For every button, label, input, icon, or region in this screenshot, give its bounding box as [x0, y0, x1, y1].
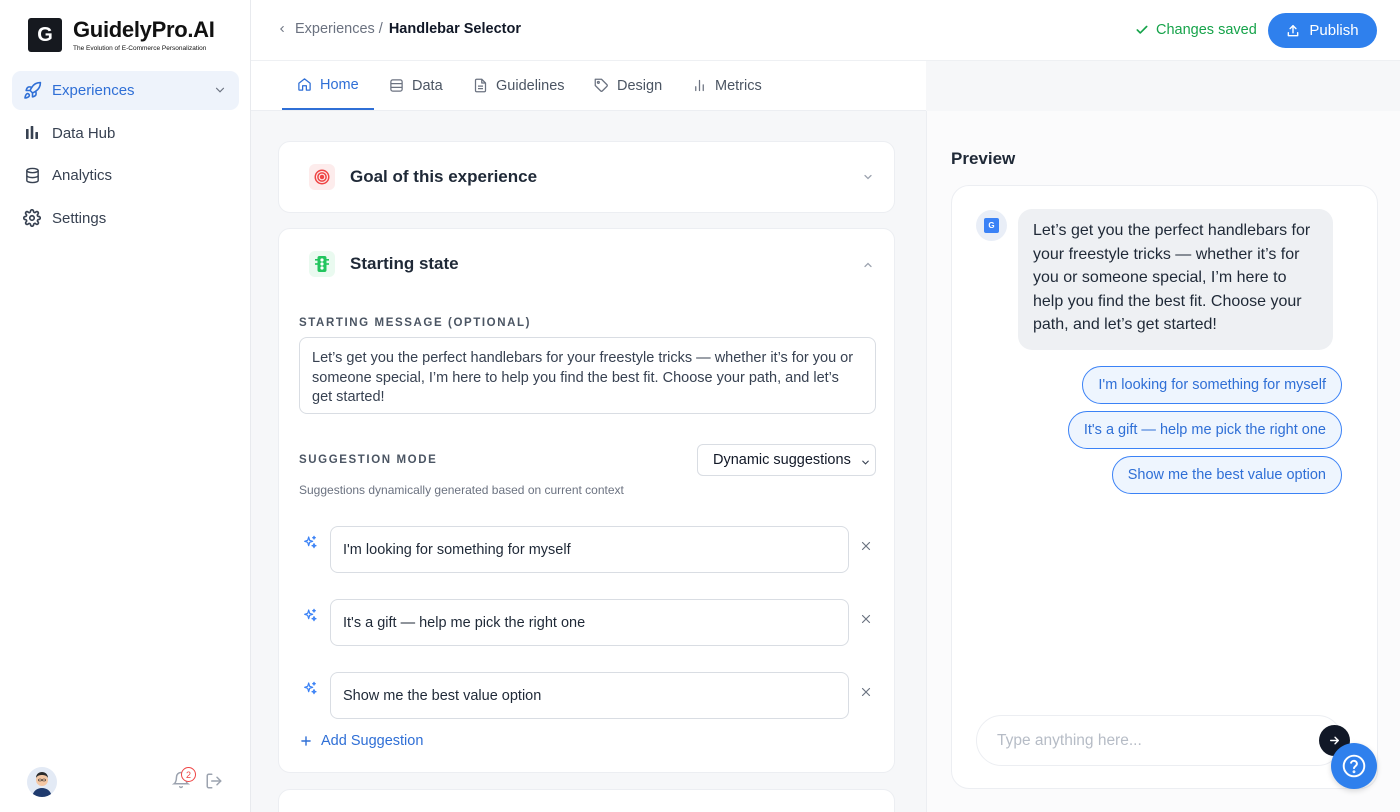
suggestion-chip[interactable]: It's a gift — help me pick the right one [1067, 411, 1342, 449]
logo-mark: G [28, 18, 62, 52]
add-suggestion-button[interactable]: Add Suggestion [299, 733, 423, 749]
close-icon[interactable] [859, 612, 873, 626]
tab-home[interactable]: Home [282, 61, 374, 110]
bot-message: Let’s get you the perfect handlebars for… [1018, 209, 1333, 350]
avatar[interactable] [27, 767, 57, 797]
sidebar: G GuidelyPro.AI The Evolution of E-Comme… [0, 0, 251, 812]
suggestion-mode-value: Dynamic suggestions [713, 452, 851, 468]
chevron-left-icon[interactable] [277, 24, 287, 34]
tab-label: Home [320, 76, 359, 93]
close-icon[interactable] [859, 539, 873, 553]
publish-button[interactable]: Publish [1268, 13, 1377, 48]
sidebar-item-experiences[interactable]: Experiences [12, 71, 239, 110]
breadcrumb-separator: / [378, 21, 383, 37]
breadcrumb: Experiences / Handlebar Selector [277, 21, 521, 37]
starting-message-textarea[interactable]: Let’s get you the perfect handlebars for… [299, 337, 876, 414]
brand-name: GuidelyPro.AI [73, 16, 215, 42]
tab-label: Design [617, 77, 663, 94]
suggestion-chip[interactable]: I'm looking for something for myself [1082, 366, 1342, 404]
chevron-down-icon[interactable] [862, 171, 874, 183]
suggestion-row: Show me the best value option [299, 672, 876, 720]
brand-tagline: The Evolution of E-Commerce Personalizat… [73, 44, 207, 52]
starting-state-header[interactable]: Starting state [279, 229, 894, 299]
chevron-down-icon[interactable] [213, 83, 227, 97]
bar-chart-icon [22, 123, 42, 143]
chat-input[interactable]: Type anything here... [976, 715, 1343, 766]
sparkles-icon [302, 608, 318, 624]
tab-label: Metrics [715, 77, 762, 94]
suggestion-mode-select[interactable]: Dynamic suggestions [697, 444, 876, 476]
logout-icon[interactable] [205, 772, 223, 790]
suggestion-mode-label: SUGGESTION MODE [299, 454, 438, 466]
chevron-up-icon[interactable] [862, 259, 874, 271]
tab-label: Data [412, 77, 443, 94]
suggestion-input[interactable]: It's a gift — help me pick the right one [330, 599, 849, 646]
starting-state-card: Starting state STARTING MESSAGE (OPTIONA… [278, 228, 895, 773]
rocket-icon [22, 81, 42, 101]
sidebar-item-analytics[interactable]: Analytics [12, 156, 239, 195]
target-icon [309, 164, 335, 190]
breadcrumb-current: Handlebar Selector [388, 21, 521, 37]
sidebar-item-settings[interactable]: Settings [12, 199, 239, 238]
tab-metrics[interactable]: Metrics [692, 61, 762, 110]
tab-guidelines[interactable]: Guidelines [473, 61, 565, 110]
gear-icon [22, 208, 42, 228]
sidebar-item-label: Data Hub [52, 124, 116, 142]
starting-message-label: STARTING MESSAGE (OPTIONAL) [299, 317, 532, 329]
sidebar-item-label: Analytics [52, 167, 113, 184]
starting-state-title: Starting state [350, 254, 459, 273]
tab-design[interactable]: Design [594, 61, 662, 110]
goal-card[interactable]: Goal of this experience [278, 141, 895, 213]
bot-avatar-mark: G [984, 218, 999, 233]
publish-label: Publish [1309, 22, 1359, 39]
save-status: Changes saved [1135, 22, 1257, 38]
bot-avatar: G [976, 210, 1007, 241]
plus-icon [299, 734, 321, 748]
database-icon [389, 78, 412, 93]
sparkles-icon [302, 535, 318, 551]
check-icon [1135, 23, 1156, 37]
suggestion-input[interactable]: I'm looking for something for myself [330, 526, 849, 573]
suggestion-row: It's a gift — help me pick the right one [299, 599, 876, 647]
bar-chart-icon [692, 78, 715, 93]
preview-title: Preview [951, 149, 1016, 168]
suggestion-chip[interactable]: Show me the best value option [1111, 456, 1342, 494]
sidebar-footer: 2 [0, 762, 251, 802]
brand-logo[interactable]: G GuidelyPro.AI The Evolution of E-Comme… [28, 18, 215, 52]
suggestion-input[interactable]: Show me the best value option [330, 672, 849, 719]
next-section-card[interactable] [278, 789, 895, 812]
breadcrumb-experiences-link[interactable]: Experiences [295, 21, 375, 37]
home-icon [297, 77, 320, 92]
upload-icon [1286, 24, 1309, 38]
save-status-label: Changes saved [1156, 22, 1257, 38]
sidebar-item-data-hub[interactable]: Data Hub [12, 114, 239, 153]
goal-card-title: Goal of this experience [350, 167, 538, 186]
sparkles-icon [302, 681, 318, 697]
tag-icon [594, 78, 617, 93]
document-icon [473, 78, 496, 93]
close-icon[interactable] [859, 685, 873, 699]
traffic-light-icon [309, 251, 335, 277]
add-suggestion-label: Add Suggestion [321, 733, 424, 749]
tab-data[interactable]: Data [389, 61, 443, 110]
sidebar-item-label: Settings [52, 209, 107, 227]
database-icon [22, 166, 42, 186]
suggestion-row: I'm looking for something for myself [299, 526, 876, 574]
top-header: Experiences / Handlebar Selector Changes… [251, 0, 1400, 61]
sidebar-item-label: Experiences [52, 82, 135, 99]
preview-pane: Preview G Let’s get you the perfect hand… [926, 111, 1400, 812]
chat-preview: G Let’s get you the perfect handlebars f… [951, 185, 1378, 789]
arrow-right-icon [1328, 734, 1341, 747]
help-button[interactable] [1331, 743, 1377, 789]
tab-bar: Home Data Guidelines Design Metrics [251, 61, 926, 111]
suggestion-mode-helper: Suggestions dynamically generated based … [299, 483, 624, 497]
notification-badge: 2 [181, 767, 196, 782]
tab-label: Guidelines [496, 77, 565, 94]
sidebar-nav: Experiences Data Hub Analytics Settings [12, 71, 239, 241]
help-icon [1341, 753, 1367, 779]
